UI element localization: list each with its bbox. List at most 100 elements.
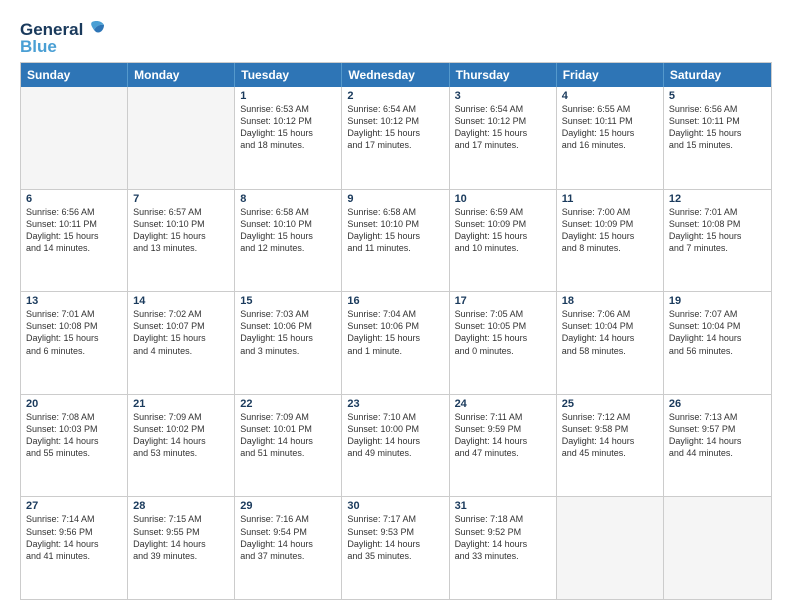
calendar-cell: 15Sunrise: 7:03 AM Sunset: 10:06 PM Dayl… xyxy=(235,292,342,394)
day-info: Sunrise: 6:56 AM Sunset: 10:11 PM Daylig… xyxy=(669,103,766,152)
day-number: 28 xyxy=(133,500,229,512)
day-info: Sunrise: 7:02 AM Sunset: 10:07 PM Daylig… xyxy=(133,308,229,357)
day-number: 11 xyxy=(562,193,658,205)
calendar-cell: 13Sunrise: 7:01 AM Sunset: 10:08 PM Dayl… xyxy=(21,292,128,394)
day-info: Sunrise: 7:18 AM Sunset: 9:52 PM Dayligh… xyxy=(455,513,551,562)
day-info: Sunrise: 7:13 AM Sunset: 9:57 PM Dayligh… xyxy=(669,411,766,460)
day-info: Sunrise: 7:06 AM Sunset: 10:04 PM Daylig… xyxy=(562,308,658,357)
calendar-cell: 19Sunrise: 7:07 AM Sunset: 10:04 PM Dayl… xyxy=(664,292,771,394)
day-info: Sunrise: 6:54 AM Sunset: 10:12 PM Daylig… xyxy=(347,103,443,152)
day-number: 20 xyxy=(26,398,122,410)
day-info: Sunrise: 7:10 AM Sunset: 10:00 PM Daylig… xyxy=(347,411,443,460)
day-number: 17 xyxy=(455,295,551,307)
calendar-cell: 11Sunrise: 7:00 AM Sunset: 10:09 PM Dayl… xyxy=(557,190,664,292)
day-number: 4 xyxy=(562,90,658,102)
calendar-cell: 24Sunrise: 7:11 AM Sunset: 9:59 PM Dayli… xyxy=(450,395,557,497)
day-number: 16 xyxy=(347,295,443,307)
day-info: Sunrise: 6:58 AM Sunset: 10:10 PM Daylig… xyxy=(347,206,443,255)
calendar-cell: 7Sunrise: 6:57 AM Sunset: 10:10 PM Dayli… xyxy=(128,190,235,292)
calendar-cell: 2Sunrise: 6:54 AM Sunset: 10:12 PM Dayli… xyxy=(342,87,449,189)
calendar-cell: 4Sunrise: 6:55 AM Sunset: 10:11 PM Dayli… xyxy=(557,87,664,189)
calendar-cell: 8Sunrise: 6:58 AM Sunset: 10:10 PM Dayli… xyxy=(235,190,342,292)
weekday-header: Sunday xyxy=(21,63,128,87)
calendar-cell xyxy=(21,87,128,189)
calendar-row: 13Sunrise: 7:01 AM Sunset: 10:08 PM Dayl… xyxy=(21,291,771,394)
day-number: 15 xyxy=(240,295,336,307)
day-info: Sunrise: 6:55 AM Sunset: 10:11 PM Daylig… xyxy=(562,103,658,152)
day-info: Sunrise: 7:03 AM Sunset: 10:06 PM Daylig… xyxy=(240,308,336,357)
page: GeneralBlue SundayMondayTuesdayWednesday… xyxy=(0,0,792,612)
calendar-cell: 9Sunrise: 6:58 AM Sunset: 10:10 PM Dayli… xyxy=(342,190,449,292)
calendar-cell xyxy=(664,497,771,599)
weekday-header: Saturday xyxy=(664,63,771,87)
day-info: Sunrise: 7:16 AM Sunset: 9:54 PM Dayligh… xyxy=(240,513,336,562)
logo: GeneralBlue xyxy=(20,18,110,56)
day-number: 3 xyxy=(455,90,551,102)
weekday-header: Wednesday xyxy=(342,63,449,87)
calendar-cell: 3Sunrise: 6:54 AM Sunset: 10:12 PM Dayli… xyxy=(450,87,557,189)
day-number: 24 xyxy=(455,398,551,410)
day-number: 30 xyxy=(347,500,443,512)
calendar-cell xyxy=(557,497,664,599)
svg-text:Blue: Blue xyxy=(20,37,57,56)
day-number: 9 xyxy=(347,193,443,205)
day-info: Sunrise: 7:01 AM Sunset: 10:08 PM Daylig… xyxy=(669,206,766,255)
day-info: Sunrise: 6:57 AM Sunset: 10:10 PM Daylig… xyxy=(133,206,229,255)
calendar-cell: 23Sunrise: 7:10 AM Sunset: 10:00 PM Dayl… xyxy=(342,395,449,497)
calendar-cell xyxy=(128,87,235,189)
day-number: 8 xyxy=(240,193,336,205)
day-number: 12 xyxy=(669,193,766,205)
day-info: Sunrise: 7:07 AM Sunset: 10:04 PM Daylig… xyxy=(669,308,766,357)
day-number: 2 xyxy=(347,90,443,102)
day-info: Sunrise: 7:12 AM Sunset: 9:58 PM Dayligh… xyxy=(562,411,658,460)
calendar-cell: 16Sunrise: 7:04 AM Sunset: 10:06 PM Dayl… xyxy=(342,292,449,394)
calendar-cell: 20Sunrise: 7:08 AM Sunset: 10:03 PM Dayl… xyxy=(21,395,128,497)
day-info: Sunrise: 6:59 AM Sunset: 10:09 PM Daylig… xyxy=(455,206,551,255)
weekday-header: Thursday xyxy=(450,63,557,87)
calendar-cell: 28Sunrise: 7:15 AM Sunset: 9:55 PM Dayli… xyxy=(128,497,235,599)
day-info: Sunrise: 7:00 AM Sunset: 10:09 PM Daylig… xyxy=(562,206,658,255)
day-number: 27 xyxy=(26,500,122,512)
calendar-row: 27Sunrise: 7:14 AM Sunset: 9:56 PM Dayli… xyxy=(21,496,771,599)
calendar: SundayMondayTuesdayWednesdayThursdayFrid… xyxy=(20,62,772,600)
calendar-cell: 25Sunrise: 7:12 AM Sunset: 9:58 PM Dayli… xyxy=(557,395,664,497)
day-number: 10 xyxy=(455,193,551,205)
calendar-cell: 1Sunrise: 6:53 AM Sunset: 10:12 PM Dayli… xyxy=(235,87,342,189)
day-number: 26 xyxy=(669,398,766,410)
header: GeneralBlue xyxy=(20,18,772,56)
day-number: 7 xyxy=(133,193,229,205)
day-number: 18 xyxy=(562,295,658,307)
day-info: Sunrise: 7:04 AM Sunset: 10:06 PM Daylig… xyxy=(347,308,443,357)
calendar-cell: 6Sunrise: 6:56 AM Sunset: 10:11 PM Dayli… xyxy=(21,190,128,292)
calendar-header: SundayMondayTuesdayWednesdayThursdayFrid… xyxy=(21,63,771,87)
day-number: 31 xyxy=(455,500,551,512)
calendar-row: 6Sunrise: 6:56 AM Sunset: 10:11 PM Dayli… xyxy=(21,189,771,292)
logo-svg: GeneralBlue xyxy=(20,18,110,56)
day-number: 22 xyxy=(240,398,336,410)
day-info: Sunrise: 7:15 AM Sunset: 9:55 PM Dayligh… xyxy=(133,513,229,562)
calendar-cell: 21Sunrise: 7:09 AM Sunset: 10:02 PM Dayl… xyxy=(128,395,235,497)
day-info: Sunrise: 7:17 AM Sunset: 9:53 PM Dayligh… xyxy=(347,513,443,562)
day-info: Sunrise: 6:58 AM Sunset: 10:10 PM Daylig… xyxy=(240,206,336,255)
day-info: Sunrise: 6:53 AM Sunset: 10:12 PM Daylig… xyxy=(240,103,336,152)
calendar-cell: 10Sunrise: 6:59 AM Sunset: 10:09 PM Dayl… xyxy=(450,190,557,292)
calendar-cell: 14Sunrise: 7:02 AM Sunset: 10:07 PM Dayl… xyxy=(128,292,235,394)
day-number: 13 xyxy=(26,295,122,307)
day-number: 25 xyxy=(562,398,658,410)
calendar-cell: 22Sunrise: 7:09 AM Sunset: 10:01 PM Dayl… xyxy=(235,395,342,497)
calendar-cell: 5Sunrise: 6:56 AM Sunset: 10:11 PM Dayli… xyxy=(664,87,771,189)
calendar-cell: 31Sunrise: 7:18 AM Sunset: 9:52 PM Dayli… xyxy=(450,497,557,599)
day-info: Sunrise: 6:54 AM Sunset: 10:12 PM Daylig… xyxy=(455,103,551,152)
calendar-cell: 30Sunrise: 7:17 AM Sunset: 9:53 PM Dayli… xyxy=(342,497,449,599)
day-info: Sunrise: 7:14 AM Sunset: 9:56 PM Dayligh… xyxy=(26,513,122,562)
day-info: Sunrise: 6:56 AM Sunset: 10:11 PM Daylig… xyxy=(26,206,122,255)
day-info: Sunrise: 7:09 AM Sunset: 10:02 PM Daylig… xyxy=(133,411,229,460)
calendar-cell: 27Sunrise: 7:14 AM Sunset: 9:56 PM Dayli… xyxy=(21,497,128,599)
calendar-body: 1Sunrise: 6:53 AM Sunset: 10:12 PM Dayli… xyxy=(21,87,771,599)
day-info: Sunrise: 7:05 AM Sunset: 10:05 PM Daylig… xyxy=(455,308,551,357)
calendar-cell: 29Sunrise: 7:16 AM Sunset: 9:54 PM Dayli… xyxy=(235,497,342,599)
day-number: 21 xyxy=(133,398,229,410)
weekday-header: Monday xyxy=(128,63,235,87)
day-info: Sunrise: 7:08 AM Sunset: 10:03 PM Daylig… xyxy=(26,411,122,460)
day-number: 29 xyxy=(240,500,336,512)
